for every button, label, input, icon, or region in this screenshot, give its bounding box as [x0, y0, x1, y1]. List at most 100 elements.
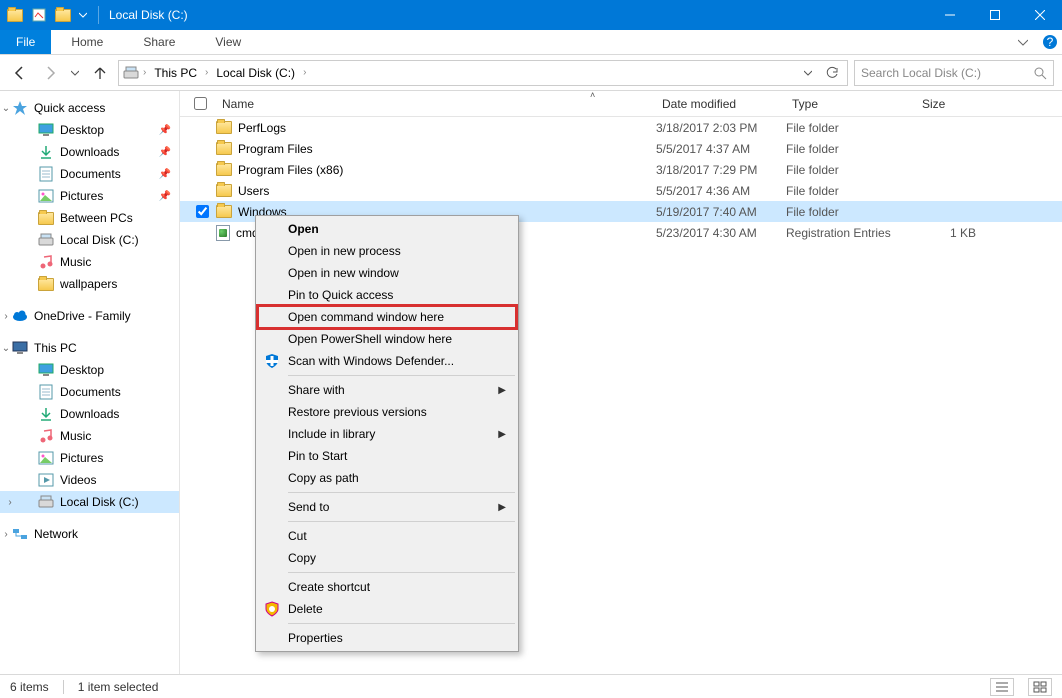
table-row[interactable]: Users5/5/2017 4:36 AMFile folder [180, 180, 1062, 201]
column-size[interactable]: Size [916, 97, 976, 111]
sidebar-item-wallpapers[interactable]: wallpapers [0, 273, 179, 295]
sidebar-item-pictures[interactable]: Pictures📌 [0, 185, 179, 207]
search-input[interactable]: Search Local Disk (C:) [854, 60, 1054, 86]
close-button[interactable] [1017, 0, 1062, 30]
menu-item-label: Create shortcut [288, 580, 370, 594]
status-selection: 1 item selected [78, 680, 159, 694]
menu-item-open-command-window-here[interactable]: Open command window here [258, 306, 516, 328]
tab-share[interactable]: Share [123, 30, 195, 54]
ribbon-collapse-icon[interactable] [1008, 30, 1038, 54]
table-row[interactable]: Program Files5/5/2017 4:37 AMFile folder [180, 138, 1062, 159]
qat-dropdown-icon[interactable] [76, 4, 90, 26]
chevron-right-icon[interactable]: › [4, 497, 16, 508]
menu-item-open-in-new-process[interactable]: Open in new process [258, 240, 516, 262]
sidebar-item-local-disk-c-[interactable]: Local Disk (C:) [0, 229, 179, 251]
sidebar-item-downloads[interactable]: Downloads📌 [0, 141, 179, 163]
maximize-button[interactable] [972, 0, 1017, 30]
breadcrumb-this-pc[interactable]: This PC [150, 66, 201, 80]
sidebar-onedrive[interactable]: › OneDrive - Family [0, 305, 179, 327]
up-button[interactable] [88, 61, 112, 85]
chevron-right-icon[interactable]: › [205, 67, 208, 78]
chevron-right-icon: ▶ [498, 385, 506, 396]
chevron-right-icon[interactable]: › [0, 529, 12, 540]
sidebar-item-between-pcs[interactable]: Between PCs [0, 207, 179, 229]
file-tab[interactable]: File [0, 30, 51, 54]
drive-icon [123, 65, 139, 81]
menu-item-copy-as-path[interactable]: Copy as path [258, 467, 516, 489]
menu-item-delete[interactable]: Delete [258, 598, 516, 620]
reg-file-icon [216, 225, 230, 241]
new-folder-qat-icon[interactable] [52, 4, 74, 26]
menu-item-create-shortcut[interactable]: Create shortcut [258, 576, 516, 598]
breadcrumb-local-disk[interactable]: Local Disk (C:) [212, 66, 299, 80]
sidebar-item-pictures[interactable]: Pictures [0, 447, 179, 469]
column-date[interactable]: Date modified [656, 97, 786, 111]
sidebar-quick-access[interactable]: ⌄ Quick access [0, 97, 179, 119]
file-name: Users [238, 184, 269, 198]
titlebar-separator [98, 6, 99, 24]
documents-icon [38, 384, 54, 400]
sidebar-item-desktop[interactable]: Desktop📌 [0, 119, 179, 141]
file-name: Program Files (x86) [238, 163, 343, 177]
menu-item-open-powershell-window-here[interactable]: Open PowerShell window here [258, 328, 516, 350]
sidebar-item-videos[interactable]: Videos [0, 469, 179, 491]
table-row[interactable]: Program Files (x86)3/18/2017 7:29 PMFile… [180, 159, 1062, 180]
downloads-icon [38, 406, 54, 422]
menu-item-scan-with-windows-defender-[interactable]: Scan with Windows Defender... [258, 350, 516, 372]
menu-item-restore-previous-versions[interactable]: Restore previous versions [258, 401, 516, 423]
navigation-pane[interactable]: ⌄ Quick access Desktop📌Downloads📌Documen… [0, 91, 180, 674]
folder-icon [216, 142, 232, 155]
menu-item-include-in-library[interactable]: Include in library▶ [258, 423, 516, 445]
thumbnails-view-button[interactable] [1028, 678, 1052, 696]
forward-button[interactable] [38, 61, 62, 85]
sidebar-item-music[interactable]: Music [0, 425, 179, 447]
sidebar-item-local-disk-c-[interactable]: ›Local Disk (C:) [0, 491, 179, 513]
menu-item-share-with[interactable]: Share with▶ [258, 379, 516, 401]
menu-item-properties[interactable]: Properties [258, 627, 516, 649]
details-view-button[interactable] [990, 678, 1014, 696]
chevron-right-icon[interactable]: › [0, 311, 12, 322]
menu-item-pin-to-quick-access[interactable]: Pin to Quick access [258, 284, 516, 306]
sidebar-item-desktop[interactable]: Desktop [0, 359, 179, 381]
sidebar-item-downloads[interactable]: Downloads [0, 403, 179, 425]
menu-separator [288, 375, 515, 376]
sidebar-item-label: Pictures [60, 451, 103, 465]
sort-indicator-icon: ˄ [590, 90, 595, 100]
column-type[interactable]: Type [786, 97, 916, 111]
tab-home[interactable]: Home [51, 30, 123, 54]
menu-item-open-in-new-window[interactable]: Open in new window [258, 262, 516, 284]
address-bar[interactable]: › This PC › Local Disk (C:) › [118, 60, 848, 86]
tab-view[interactable]: View [195, 30, 261, 54]
sidebar-item-music[interactable]: Music [0, 251, 179, 273]
address-dropdown-icon[interactable] [797, 62, 819, 84]
sidebar-network[interactable]: › Network [0, 523, 179, 545]
chevron-right-icon[interactable]: › [143, 67, 146, 78]
desktop-icon [38, 362, 54, 378]
sidebar-item-documents[interactable]: Documents [0, 381, 179, 403]
explorer-icon[interactable] [4, 4, 26, 26]
row-checkbox[interactable] [196, 205, 209, 218]
menu-item-pin-to-start[interactable]: Pin to Start [258, 445, 516, 467]
menu-item-send-to[interactable]: Send to▶ [258, 496, 516, 518]
folder-icon [216, 163, 232, 176]
refresh-icon[interactable] [821, 62, 843, 84]
table-row[interactable]: PerfLogs3/18/2017 2:03 PMFile folder [180, 117, 1062, 138]
chevron-down-icon[interactable]: ⌄ [0, 343, 12, 354]
menu-item-label: Properties [288, 631, 343, 645]
recent-dropdown-icon[interactable] [68, 61, 82, 85]
minimize-button[interactable] [927, 0, 972, 30]
sidebar-this-pc[interactable]: ⌄ This PC [0, 337, 179, 359]
back-button[interactable] [8, 61, 32, 85]
properties-qat-icon[interactable] [28, 4, 50, 26]
sidebar-item-documents[interactable]: Documents📌 [0, 163, 179, 185]
chevron-down-icon[interactable]: ⌄ [0, 103, 12, 114]
select-all-checkbox[interactable] [194, 97, 207, 110]
menu-item-copy[interactable]: Copy [258, 547, 516, 569]
menu-item-open[interactable]: Open [258, 218, 516, 240]
menu-item-label: Pin to Quick access [288, 288, 393, 302]
file-date: 5/5/2017 4:37 AM [656, 142, 786, 156]
chevron-right-icon[interactable]: › [303, 67, 306, 78]
help-icon[interactable]: ? [1038, 30, 1062, 54]
menu-item-cut[interactable]: Cut [258, 525, 516, 547]
search-icon[interactable] [1033, 66, 1047, 80]
